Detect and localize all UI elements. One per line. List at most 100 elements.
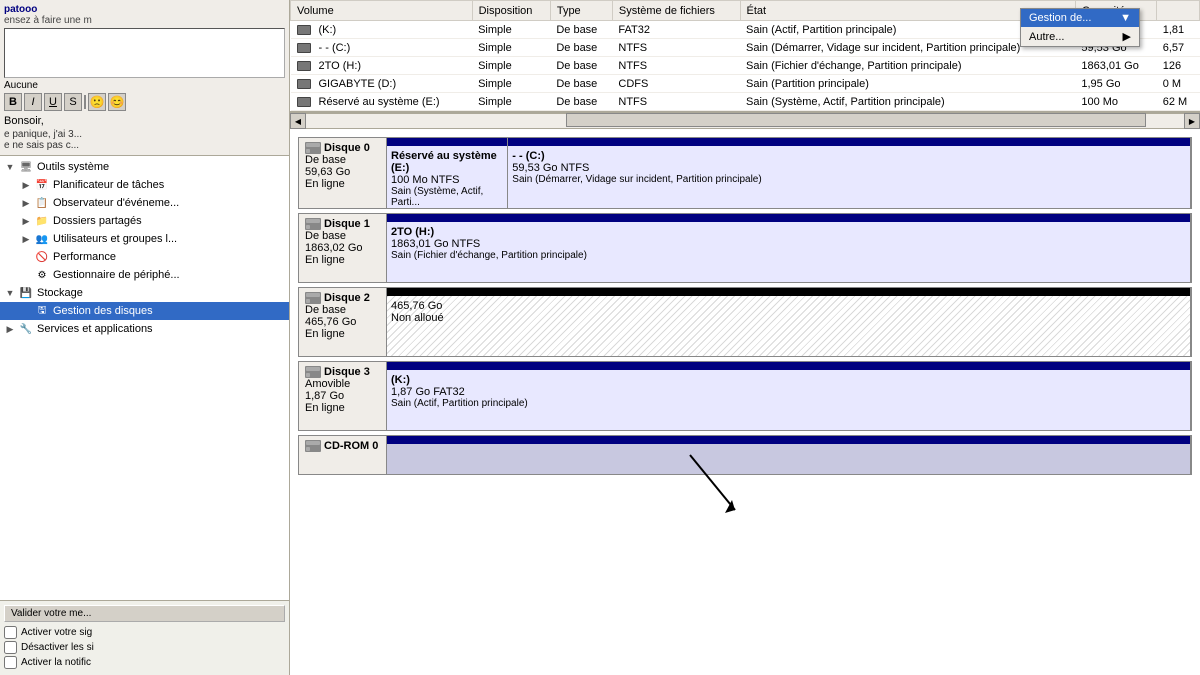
cell-disposition: Simple <box>472 39 550 57</box>
arrow-services: ▶ <box>4 323 16 335</box>
format-strikethrough[interactable]: S <box>64 93 82 111</box>
scroll-right-arrow[interactable]: ▶ <box>1184 113 1200 129</box>
arrow-planificateur: ▶ <box>20 179 32 191</box>
arrow-observateur: ▶ <box>20 197 32 209</box>
smiley-happy[interactable]: 😊 <box>108 93 126 111</box>
divider <box>84 95 86 109</box>
cell-extra: 6,57 <box>1157 39 1200 57</box>
sidebar-item-planificateur[interactable]: ▶ 📅 Planificateur de tâches <box>0 176 289 194</box>
cell-type: De base <box>550 57 612 75</box>
cell-type: De base <box>550 93 612 111</box>
disk-name: Disque 2 <box>305 292 380 304</box>
sidebar-item-stockage[interactable]: ▼ 💾 Stockage <box>0 284 289 302</box>
sidebar-item-gestion-disques[interactable]: ▶ 🖫 Gestion des disques <box>0 302 289 320</box>
disk-size: 1,87 Go <box>305 390 380 402</box>
greeting: Bonsoir, <box>4 115 285 127</box>
gestionnaire-icon: ⚙ <box>34 267 50 283</box>
disk-size: 59,63 Go <box>305 166 380 178</box>
user-name: patooo <box>4 4 285 15</box>
partition-status: Non alloué <box>387 312 1190 324</box>
cell-disposition: Simple <box>472 57 550 75</box>
partition-disk0-1[interactable]: - - (C:) 59,53 Go NTFS Sain (Démarrer, V… <box>508 138 1191 208</box>
cell-etat: Sain (Système, Actif, Partition principa… <box>740 93 1075 111</box>
partition-size-label: 100 Mo NTFS <box>387 174 507 186</box>
disk-status: En ligne <box>305 328 380 340</box>
scroll-thumb[interactable] <box>566 113 1146 127</box>
context-menu: Gestion de... ▼ Autre... ▶ <box>1020 8 1140 47</box>
left-panel: patooo ensez à faire une m Aucune B I U … <box>0 0 290 675</box>
sidebar-item-observateur[interactable]: ▶ 📋 Observateur d'événeme... <box>0 194 289 212</box>
cell-systeme-fichiers: NTFS <box>612 57 740 75</box>
partition-disk2-0[interactable]: 465,76 Go Non alloué <box>387 288 1191 356</box>
disk-status: En ligne <box>305 178 380 190</box>
valider-button[interactable]: Valider votre me... <box>4 605 285 622</box>
cell-type: De base <box>550 75 612 93</box>
partition-name: - - (C:) <box>508 150 1190 162</box>
partition-header-blue <box>387 436 1190 444</box>
format-bold[interactable]: B <box>4 93 22 111</box>
partition-disk1-0[interactable]: 2TO (H:) 1863,01 Go NTFS Sain (Fichier d… <box>387 214 1191 282</box>
partition-size-label: 1863,01 Go NTFS <box>387 238 1190 250</box>
arrow-stockage: ▼ <box>4 287 16 299</box>
disk-name: CD-ROM 0 <box>305 440 380 452</box>
partitions-disk2: 465,76 Go Non alloué <box>387 288 1191 356</box>
cell-disposition: Simple <box>472 21 550 39</box>
context-menu-item-gestion[interactable]: Gestion de... ▼ <box>1021 9 1139 27</box>
partition-disk0-0[interactable]: Réservé au système (E:) 100 Mo NTFS Sain… <box>387 138 508 208</box>
sidebar-item-dossiers[interactable]: ▶ 📁 Dossiers partagés <box>0 212 289 230</box>
partition-header-blue <box>387 362 1190 370</box>
col-systeme-fichiers: Système de fichiers <box>612 1 740 21</box>
checkbox-activer-sig-label: Activer votre sig <box>21 627 92 638</box>
partition-name: (K:) <box>387 374 1190 386</box>
col-volume: Volume <box>291 1 473 21</box>
cell-extra: 1,81 <box>1157 21 1200 39</box>
partition-header-dark <box>387 288 1190 296</box>
cell-capacite: 1863,01 Go <box>1075 57 1156 75</box>
table-row[interactable]: GIGABYTE (D:) Simple De base CDFS Sain (… <box>291 75 1200 93</box>
partition-disk3-0[interactable]: (K:) 1,87 Go FAT32 Sain (Actif, Partitio… <box>387 362 1191 430</box>
gestion-disques-label: Gestion des disques <box>53 305 153 317</box>
partition-status-label: Sain (Fichier d'échange, Partition princ… <box>387 250 1190 261</box>
sidebar-item-gestionnaire[interactable]: ▶ ⚙ Gestionnaire de périphé... <box>0 266 289 284</box>
sidebar-item-services[interactable]: ▶ 🔧 Services et applications <box>0 320 289 338</box>
table-row[interactable]: 2TO (H:) Simple De base NTFS Sain (Fichi… <box>291 57 1200 75</box>
disk-name: Disque 3 <box>305 366 380 378</box>
table-row[interactable]: Réservé au système (E:) Simple De base N… <box>291 93 1200 111</box>
partition-header-blue <box>387 214 1190 222</box>
sidebar-item-outils[interactable]: ▼ 🖥 Outils système <box>0 158 289 176</box>
disk-row-disk0: Disque 0 De base 59,63 Go En ligne Réser… <box>298 137 1192 209</box>
cell-volume: (K:) <box>291 21 473 39</box>
partition-status-label: Sain (Actif, Partition principale) <box>387 398 1190 409</box>
format-italic[interactable]: I <box>24 93 42 111</box>
format-underline[interactable]: U <box>44 93 62 111</box>
know-text: e ne sais pas c... <box>4 140 285 151</box>
cell-systeme-fichiers: NTFS <box>612 93 740 111</box>
sidebar-item-performance[interactable]: ▶ 🚫 Performance <box>0 248 289 266</box>
smiley-sad[interactable]: 🙁 <box>88 93 106 111</box>
context-menu-item-autre[interactable]: Autre... ▶ <box>1021 27 1139 46</box>
gestion-disques-icon: 🖫 <box>34 303 50 319</box>
cell-type: De base <box>550 21 612 39</box>
checkbox-desactiver-label: Désactiver les si <box>21 642 94 653</box>
partition-size-label: 59,53 Go NTFS <box>508 162 1190 174</box>
scroll-left-arrow[interactable]: ◀ <box>290 113 306 129</box>
disk-label-cdrom0: CD-ROM 0 <box>299 436 387 474</box>
services-label: Services et applications <box>37 323 153 335</box>
sidebar-item-utilisateurs[interactable]: ▶ 👥 Utilisateurs et groupes l... <box>0 230 289 248</box>
horizontal-scrollbar[interactable]: ◀ ▶ <box>290 113 1200 129</box>
partition-cdrom0-0[interactable] <box>387 436 1191 474</box>
disk-name: Disque 0 <box>305 142 380 154</box>
tree-container: ▼ 🖥 Outils système ▶ 📅 Planificateur de … <box>0 156 289 600</box>
context-menu-gestion-label: Gestion de... <box>1029 12 1091 24</box>
checkbox-activer-sig[interactable] <box>4 626 17 639</box>
context-menu-autre-arrow: ▶ <box>1123 30 1131 43</box>
checkbox-desactiver[interactable] <box>4 641 17 654</box>
checkbox-notific[interactable] <box>4 656 17 669</box>
disk-type: De base <box>305 154 380 166</box>
disk-row-cdrom0: CD-ROM 0 <box>298 435 1192 475</box>
cell-systeme-fichiers: FAT32 <box>612 21 740 39</box>
partition-name: Réservé au système (E:) <box>387 150 507 174</box>
cell-disposition: Simple <box>472 75 550 93</box>
performance-icon: 🚫 <box>34 249 50 265</box>
arrow-dossiers: ▶ <box>20 215 32 227</box>
